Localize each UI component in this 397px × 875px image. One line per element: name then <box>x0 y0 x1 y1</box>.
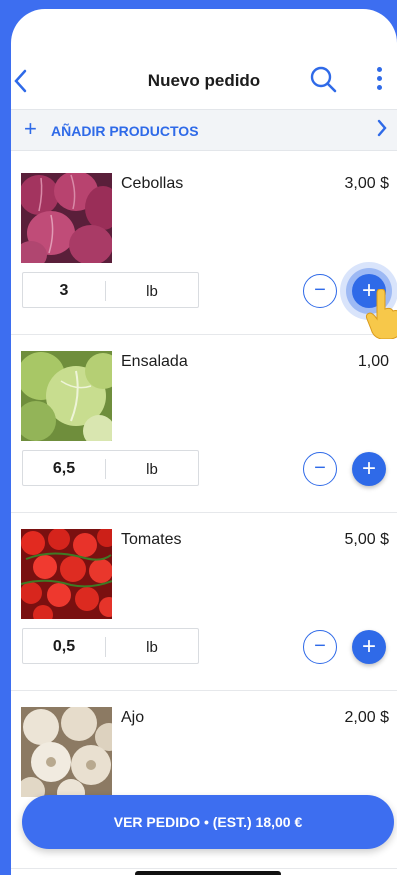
list-item: Ensalada 1,00 6,5 lb − + <box>11 335 397 513</box>
garlic-image <box>21 707 112 797</box>
quantity-field[interactable]: 0,5 lb <box>22 628 199 664</box>
search-icon[interactable] <box>309 65 337 93</box>
lettuce-image <box>21 351 112 441</box>
increase-button[interactable]: + <box>352 452 386 486</box>
unit-label: lb <box>146 639 158 656</box>
unit-label: lb <box>146 461 158 478</box>
status-bar <box>11 9 397 57</box>
top-bar: Nuevo pedido <box>11 57 397 107</box>
list-item: Tomates 5,00 $ 0,5 lb − + <box>11 513 397 691</box>
home-indicator <box>135 871 281 875</box>
add-products-bar[interactable]: + AÑADIR PRODUCTOS <box>11 109 397 151</box>
view-order-button[interactable]: VER PEDIDO • (EST.) 18,00 € <box>22 795 394 849</box>
product-name: Cebollas <box>121 175 184 192</box>
app-screen: Nuevo pedido + AÑADIR PRODUCTOS Cebollas… <box>11 9 397 875</box>
product-price: 2,00 $ <box>344 709 389 726</box>
product-name: Tomates <box>121 531 182 548</box>
decrease-button[interactable]: − <box>303 630 337 664</box>
quantity-field[interactable]: 3 lb <box>22 272 199 308</box>
product-price: 3,00 $ <box>344 175 389 192</box>
more-options-icon[interactable] <box>373 65 385 93</box>
list-item: Cebollas 3,00 $ 3 lb − + <box>11 157 397 340</box>
product-name: Ajo <box>121 709 145 726</box>
quantity-value: 0,5 <box>52 638 76 655</box>
product-price: 5,00 $ <box>344 531 389 548</box>
decrease-button[interactable]: − <box>303 452 337 486</box>
product-price: 1,00 <box>357 353 389 370</box>
onion-image <box>21 173 112 263</box>
product-name: Ensalada <box>121 353 188 370</box>
decrease-button[interactable]: − <box>303 274 337 308</box>
unit-label: lb <box>146 283 158 300</box>
add-products-label: AÑADIR PRODUCTOS <box>51 123 199 139</box>
plus-icon: + <box>24 116 37 141</box>
quantity-value: 6,5 <box>52 460 76 477</box>
quantity-value: 3 <box>59 282 69 299</box>
page-title: Nuevo pedido <box>147 71 261 90</box>
chevron-right-icon <box>377 119 387 141</box>
quantity-field[interactable]: 6,5 lb <box>22 450 199 486</box>
product-list: Cebollas 3,00 $ 3 lb − + Ensalada 1,00 6… <box>11 157 397 869</box>
tomatoes-image <box>21 529 112 619</box>
increase-button[interactable]: + <box>352 630 386 664</box>
pointing-hand-icon <box>363 288 397 340</box>
